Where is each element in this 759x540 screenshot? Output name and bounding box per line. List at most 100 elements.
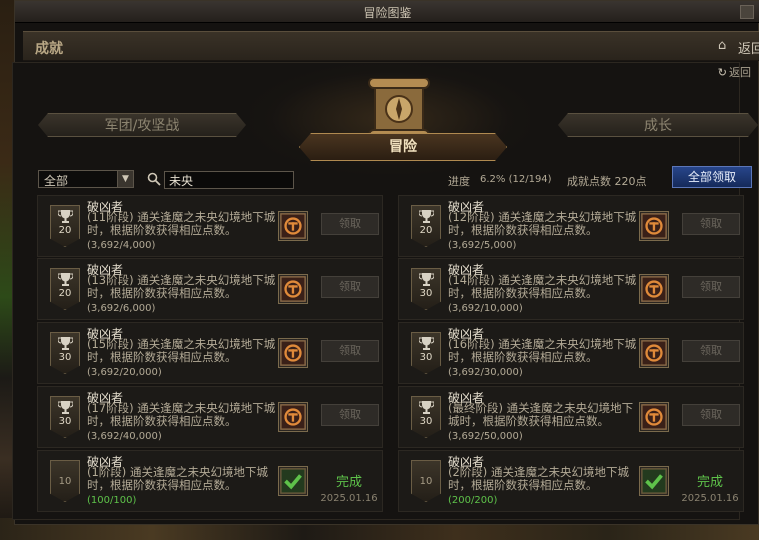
achievement-progress: (3,692/4,000) (87, 240, 156, 251)
trophy-icon (419, 273, 434, 286)
achievement-description: (2阶段) 通关逢魔之未央幻境地下城时，根据阶数获得相应点数。 (448, 465, 629, 492)
achievement-progress: (3,692/20,000) (87, 367, 162, 378)
achievement-points-badge: 20 (50, 205, 80, 247)
progress-label: 进度 (448, 175, 470, 188)
trophy-icon (419, 337, 434, 350)
completed-label: 完成 (696, 475, 723, 490)
completed-check-icon (639, 466, 669, 496)
adventure-scroll-icon (368, 78, 430, 140)
category-dropdown-value: 全部 (44, 174, 69, 188)
achievement-progress: (3,692/30,000) (448, 367, 523, 378)
achievement-description: (17阶段) 通关逢魔之未央幻境地下城时，根据阶数获得相应点数。 (87, 401, 276, 428)
search-input[interactable] (164, 171, 294, 189)
achievement-description: (16阶段) 通关逢魔之未央幻境地下城时，根据阶数获得相应点数。 (448, 337, 637, 364)
back-arrow-icon: ↻ (717, 66, 727, 79)
badge-points: 30 (419, 416, 433, 427)
claim-button[interactable]: 领取 (321, 213, 379, 235)
tab-growth-label: 成长 (644, 118, 672, 134)
chevron-down-icon[interactable]: ▼ (117, 171, 133, 187)
achievement-points-badge: 20 (50, 268, 80, 310)
achievement-points-badge: 30 (411, 268, 441, 310)
window-close-button[interactable] (740, 5, 754, 19)
tab-adventure[interactable]: 冒险 (299, 133, 507, 161)
achievement-points-badge: 10 (411, 460, 441, 502)
back-label: 返回 (729, 66, 751, 79)
badge-points: 30 (419, 288, 433, 299)
claim-button[interactable]: 领取 (321, 404, 379, 426)
achievement-progress: (3,692/50,000) (448, 431, 523, 442)
trophy-icon (58, 337, 73, 350)
completed-check-icon (278, 466, 308, 496)
claim-button[interactable]: 领取 (682, 340, 740, 362)
achievement-progress: (3,692/5,000) (448, 240, 517, 251)
reward-emblem-icon[interactable] (278, 274, 308, 304)
achievement-card: 30 破凶者 (17阶段) 通关逢魔之未央幻境地下城时，根据阶数获得相应点数。 … (37, 386, 383, 448)
tab-growth[interactable]: 成长 (558, 113, 758, 137)
completion-date: 2025.01.16 (320, 493, 378, 504)
tab-legion-raid-label: 军团/攻坚战 (104, 118, 180, 134)
achievement-card: 20 破凶者 (12阶段) 通关逢魔之未央幻境地下城时，根据阶数获得相应点数。 … (398, 195, 744, 257)
achievement-points-badge: 30 (50, 396, 80, 438)
trophy-icon (58, 401, 73, 414)
reward-emblem-icon[interactable] (639, 274, 669, 304)
achievement-card: 30 破凶者 (最终阶段) 通关逢魔之未央幻境地下城时，根据阶数获得相应点数。 … (398, 386, 744, 448)
achievement-progress: (200/200) (448, 495, 498, 506)
badge-points: 20 (58, 288, 72, 299)
claim-all-button[interactable]: 全部领取 (672, 166, 752, 188)
achievement-description: (14阶段) 通关逢魔之未央幻境地下城时，根据阶数获得相应点数。 (448, 273, 637, 300)
reward-emblem-icon[interactable] (278, 338, 308, 368)
achievement-points-badge: 10 (50, 460, 80, 502)
search-icon (147, 172, 161, 186)
reward-emblem-icon[interactable] (639, 211, 669, 241)
reward-emblem-icon[interactable] (278, 402, 308, 432)
achievement-description: (最终阶段) 通关逢魔之未央幻境地下城时，根据阶数获得相应点数。 (448, 401, 634, 428)
badge-points: 20 (58, 225, 72, 236)
achievement-card: 30 破凶者 (14阶段) 通关逢魔之未央幻境地下城时，根据阶数获得相应点数。 … (398, 258, 744, 320)
game-screen: 冒险图鉴 成就 ⌂ 返回 ↻返回 军团/攻坚战 成长 冒险 全部 ▼ 进度 6.… (0, 0, 759, 540)
achievement-progress: (100/100) (87, 495, 137, 506)
badge-points: 30 (419, 352, 433, 363)
achievement-progress: (3,692/6,000) (87, 303, 156, 314)
badge-points: 30 (58, 352, 72, 363)
claim-button[interactable]: 领取 (682, 213, 740, 235)
category-dropdown[interactable]: 全部 ▼ (38, 170, 134, 188)
progress-value: 6.2% (12/194) (480, 174, 552, 185)
claim-button[interactable]: 领取 (682, 276, 740, 298)
achievement-card: 10 破凶者 (2阶段) 通关逢魔之未央幻境地下城时，根据阶数获得相应点数。 (… (398, 450, 744, 512)
badge-points: 30 (58, 416, 72, 427)
achievement-card: 30 破凶者 (16阶段) 通关逢魔之未央幻境地下城时，根据阶数获得相应点数。 … (398, 322, 744, 384)
section-header: 成就 ⌂ 返回 (23, 31, 759, 61)
achievement-points-badge: 30 (411, 396, 441, 438)
badge-points: 20 (419, 225, 433, 236)
achievement-description: (15阶段) 通关逢魔之未央幻境地下城时，根据阶数获得相应点数。 (87, 337, 276, 364)
home-icon[interactable]: ⌂ (718, 39, 732, 53)
achievement-card: 30 破凶者 (15阶段) 通关逢魔之未央幻境地下城时，根据阶数获得相应点数。 … (37, 322, 383, 384)
tab-adventure-label: 冒险 (389, 139, 417, 155)
claim-button[interactable]: 领取 (321, 276, 379, 298)
achievement-points-badge: 30 (411, 332, 441, 374)
claim-button[interactable]: 领取 (682, 404, 740, 426)
reward-emblem-icon[interactable] (639, 338, 669, 368)
achievement-points-badge: 20 (411, 205, 441, 247)
achievement-progress: (3,692/40,000) (87, 431, 162, 442)
badge-points: 10 (58, 476, 72, 487)
page-title: 成就 (35, 41, 63, 57)
achievement-description: (12阶段) 通关逢魔之未央幻境地下城时，根据阶数获得相应点数。 (448, 210, 637, 237)
achievement-card: 10 破凶者 (1阶段) 通关逢魔之未央幻境地下城时，根据阶数获得相应点数。 (… (37, 450, 383, 512)
back-button[interactable]: ↻ 返回 (718, 64, 751, 80)
trophy-icon (58, 210, 73, 223)
trophy-icon (58, 273, 73, 286)
reward-emblem-icon[interactable] (639, 402, 669, 432)
window-title: 冒险图鉴 (363, 6, 412, 20)
achievement-description: (11阶段) 通关逢魔之未央幻境地下城时，根据阶数获得相应点数。 (87, 210, 276, 237)
completion-date: 2025.01.16 (681, 493, 739, 504)
achievement-progress: (3,692/10,000) (448, 303, 523, 314)
achievement-points-badge: 30 (50, 332, 80, 374)
tab-legion-raid[interactable]: 军团/攻坚战 (38, 113, 246, 137)
completed-label: 完成 (335, 475, 362, 490)
window-titlebar[interactable]: 冒险图鉴 (15, 1, 759, 23)
header-back-button[interactable]: 返回 (738, 38, 759, 57)
claim-button[interactable]: 领取 (321, 340, 379, 362)
achievement-card: 20 破凶者 (11阶段) 通关逢魔之未央幻境地下城时，根据阶数获得相应点数。 … (37, 195, 383, 257)
reward-emblem-icon[interactable] (278, 211, 308, 241)
